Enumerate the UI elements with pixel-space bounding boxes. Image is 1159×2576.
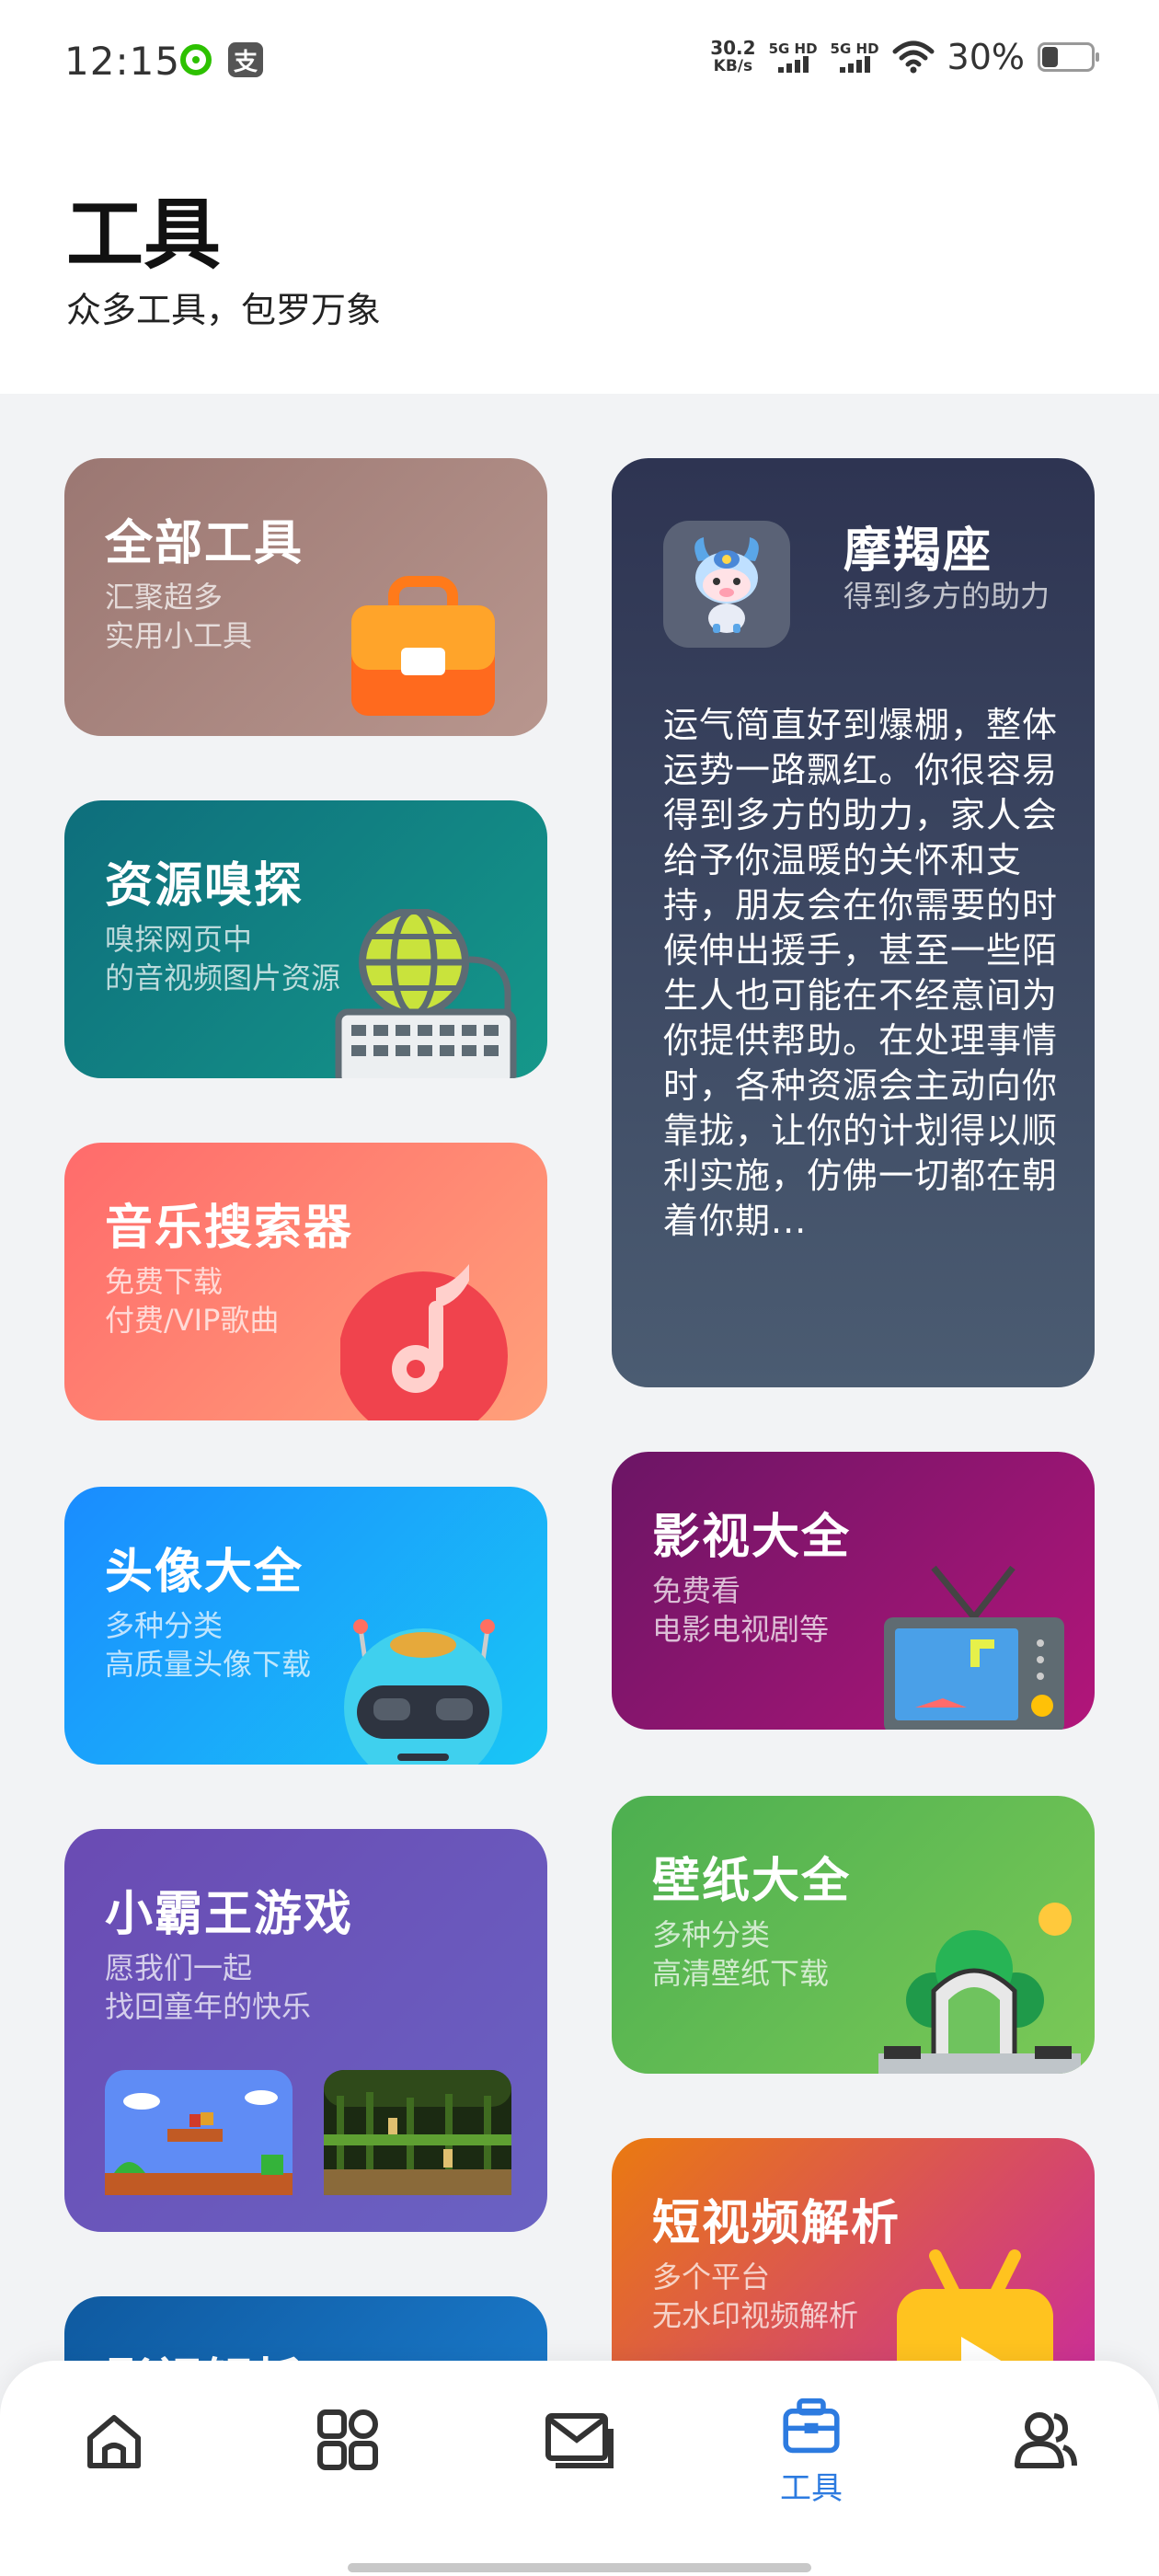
card-desc: 免费下载 付费/VIP歌曲 <box>105 1262 279 1340</box>
card-desc-line: 多种分类 <box>105 1608 224 1643</box>
card-title: 音乐搜索器 <box>105 1201 354 1256</box>
nav-item-tools[interactable]: 工具 <box>756 2398 866 2508</box>
card-desc-line: 愿我们一起 <box>105 1950 253 1985</box>
page-header: 工具 众多工具，包罗万象 <box>0 129 1159 394</box>
card-title: 影视大全 <box>652 1510 852 1565</box>
net-speed-unit: KB/s <box>713 57 753 75</box>
card-desc: 嗅探网页中 的音视频图片资源 <box>105 920 340 997</box>
card-desc-line: 电影电视剧等 <box>652 1612 830 1647</box>
card-desc-line: 的音视频图片资源 <box>105 960 341 995</box>
contra-game-thumbnail-icon <box>324 2070 511 2195</box>
wifi-icon <box>892 40 935 74</box>
card-desc-line: 多种分类 <box>652 1917 771 1952</box>
home-icon <box>87 2415 141 2468</box>
card-desc-line: 嗅探网页中 <box>105 922 253 957</box>
card-desc-line: 找回童年的快乐 <box>105 1989 312 2024</box>
card-desc-line: 付费/VIP歌曲 <box>105 1303 280 1338</box>
home-indicator[interactable] <box>348 2563 811 2572</box>
card-desc: 多个平台 无水印视频解析 <box>652 2258 858 2335</box>
net-speed-value: 30.2 <box>710 37 756 59</box>
card-title: 全部工具 <box>105 516 304 571</box>
card-title: 短视频解析 <box>652 2196 901 2251</box>
card-desc-line: 高质量头像下载 <box>105 1647 312 1682</box>
nav-item-apps[interactable] <box>293 2407 403 2517</box>
globe-keyboard-icon <box>335 909 517 1078</box>
card-title: 小霸王游戏 <box>105 1887 354 1942</box>
signal-bars-icon <box>777 56 809 73</box>
card-resource-sniff[interactable]: 资源嗅探 嗅探网页中 的音视频图片资源 <box>64 800 547 1078</box>
battery-icon <box>1038 42 1099 72</box>
card-desc-line: 免费看 <box>652 1573 741 1608</box>
nav-item-home[interactable] <box>59 2407 169 2517</box>
card-desc: 多种分类 高质量头像下载 <box>105 1606 311 1684</box>
sim1-signal: 5G HD <box>769 41 818 73</box>
card-title: 头像大全 <box>105 1545 304 1600</box>
card-horoscope[interactable]: 摩羯座 得到多方的助力 运气简直好到爆棚，整体运势一路飘红。你很容易得到多方的助… <box>612 458 1095 1387</box>
landscape-icon <box>878 1903 1081 2074</box>
wechat-status-icon <box>178 42 213 77</box>
card-desc-line: 实用小工具 <box>105 618 253 653</box>
bottom-nav: 工具 <box>0 2361 1159 2576</box>
robot-icon <box>344 1619 502 1765</box>
mail-icon <box>545 2413 614 2468</box>
card-title: 壁纸大全 <box>652 1854 852 1909</box>
page-subtitle: 众多工具，包罗万象 <box>66 290 382 330</box>
sim1-label: 5G HD <box>768 40 818 57</box>
capricorn-mascot-icon <box>663 521 790 648</box>
page-title: 工具 <box>66 190 222 280</box>
card-desc: 免费看 电影电视剧等 <box>652 1571 829 1649</box>
toolbox-icon <box>783 2398 840 2454</box>
card-music-search[interactable]: 音乐搜索器 免费下载 付费/VIP歌曲 <box>64 1143 547 1420</box>
status-notification-icons: 支 <box>178 42 263 77</box>
horoscope-tag: 得到多方的助力 <box>843 579 1050 614</box>
signal-bars-icon <box>839 56 870 73</box>
sim2-label: 5G HD <box>830 40 879 57</box>
card-desc: 愿我们一起 找回童年的快乐 <box>105 1949 311 2026</box>
status-time: 12:15 <box>64 39 181 84</box>
horoscope-sign: 摩羯座 <box>843 523 993 579</box>
music-note-icon <box>340 1264 508 1420</box>
toolbox-icon <box>351 576 495 716</box>
status-bar: 12:15 支 30.2 KB/s 5G HD 5G HD 30% <box>0 0 1159 129</box>
sim2-signal: 5G HD <box>831 41 879 73</box>
card-desc-line: 免费下载 <box>105 1264 224 1299</box>
card-desc-line: 汇聚超多 <box>105 580 224 615</box>
alipay-status-icon: 支 <box>228 42 263 77</box>
horoscope-text: 运气简直好到爆棚，整体运势一路飘红。你很容易得到多方的助力，家人会给予你温暖的关… <box>663 705 1059 1241</box>
users-icon <box>1015 2412 1077 2468</box>
card-desc: 汇聚超多 实用小工具 <box>105 578 252 655</box>
status-right-group: 30.2 KB/s 5G HD 5G HD 30% <box>710 37 1099 77</box>
mario-game-thumbnail-icon <box>105 2070 293 2195</box>
card-title: 资源嗅探 <box>105 858 304 914</box>
card-desc: 多种分类 高清壁纸下载 <box>652 1915 829 1993</box>
nav-label-tools: 工具 <box>780 2470 843 2507</box>
card-desc-line: 多个平台 <box>652 2260 771 2294</box>
card-movies[interactable]: 影视大全 免费看 电影电视剧等 <box>612 1452 1095 1730</box>
battery-fill <box>1042 47 1058 67</box>
grid-icon <box>317 2409 378 2470</box>
nav-item-messages[interactable] <box>524 2407 635 2517</box>
nav-item-profile[interactable] <box>990 2407 1100 2517</box>
card-desc-line: 高清壁纸下载 <box>652 1956 830 1991</box>
net-speed: 30.2 KB/s <box>710 39 755 75</box>
card-avatars[interactable]: 头像大全 多种分类 高质量头像下载 <box>64 1487 547 1765</box>
card-nes-games[interactable]: 小霸王游戏 愿我们一起 找回童年的快乐 <box>64 1829 547 2232</box>
battery-percent: 30% <box>947 37 1025 77</box>
card-all-tools[interactable]: 全部工具 汇聚超多 实用小工具 <box>64 458 547 736</box>
card-wallpapers[interactable]: 壁纸大全 多种分类 高清壁纸下载 <box>612 1796 1095 2074</box>
card-desc-line: 无水印视频解析 <box>652 2298 859 2333</box>
tv-icon <box>884 1565 1064 1730</box>
